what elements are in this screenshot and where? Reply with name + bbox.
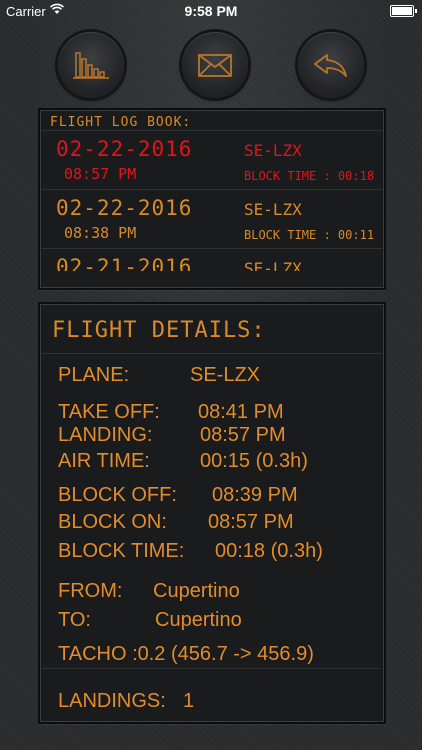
log-entry-registration: SE-LZX [244, 141, 302, 160]
landing-value: 08:57 PM [200, 424, 286, 446]
block-time-value: 00:18 (0.3h) [215, 540, 323, 562]
divider [40, 668, 380, 669]
plane-label: PLANE: [58, 364, 130, 386]
landings-value: 1 [183, 690, 195, 712]
from-value: Cupertino [153, 580, 240, 602]
flight-details-panel: FLIGHT DETAILS: PLANE: SE-LZX TAKE OFF: … [38, 302, 386, 724]
landings-label: LANDINGS: [58, 690, 166, 712]
log-entry-date: 02-21-2016 [56, 255, 193, 271]
back-button[interactable] [298, 32, 364, 98]
block-off-value: 08:39 PM [212, 484, 298, 506]
block-on-label: BLOCK ON: [58, 511, 167, 533]
plane-value: SE-LZX [190, 364, 261, 386]
log-book-title: FLIGHT LOG BOOK: [50, 115, 192, 130]
flight-details-title: FLIGHT DETAILS: [40, 304, 384, 354]
tacho-reading: TACHO :0.2 (456.7 -> 456.9) [58, 643, 314, 665]
battery-icon [390, 5, 417, 17]
clock: 9:58 PM [184, 3, 238, 19]
back-arrow-icon [314, 54, 347, 77]
log-entry-block-time: BLOCK TIME : 00:11 [244, 228, 375, 242]
log-entry[interactable]: 02-21-2016 SE-LZX [40, 248, 384, 271]
status-bar: Carrier 9:58 PM [0, 0, 422, 22]
block-on-value: 08:57 PM [208, 511, 294, 533]
statistics-button[interactable] [58, 32, 124, 98]
log-entry-date: 02-22-2016 [56, 196, 193, 220]
log-entry-time: 08:38 PM [64, 224, 137, 242]
airtime-value: 00:15 (0.3h) [200, 450, 308, 472]
log-entry-time: 08:57 PM [64, 165, 137, 183]
landing-label: LANDING: [58, 424, 153, 446]
takeoff-label: TAKE OFF: [58, 401, 160, 423]
block-time-label: BLOCK TIME: [58, 540, 185, 562]
to-value: Cupertino [155, 609, 242, 631]
from-label: FROM: [58, 580, 123, 602]
log-entry-block-time: BLOCK TIME : 00:18 [244, 169, 375, 183]
to-label: TO: [58, 609, 91, 631]
takeoff-value: 08:41 PM [198, 401, 284, 423]
email-button[interactable] [182, 32, 248, 98]
log-entry[interactable]: 02-22-2016 08:57 PM SE-LZX BLOCK TIME : … [40, 130, 384, 189]
log-entry[interactable]: 02-22-2016 08:38 PM SE-LZX BLOCK TIME : … [40, 189, 384, 248]
log-entry-registration: SE-LZX [244, 200, 302, 219]
block-off-label: BLOCK OFF: [58, 484, 177, 506]
log-entry-date: 02-22-2016 [56, 137, 193, 161]
envelope-icon [198, 54, 232, 77]
bar-chart-icon [73, 52, 109, 79]
airtime-label: AIR TIME: [58, 450, 150, 472]
log-entry-registration: SE-LZX [244, 259, 302, 271]
flight-log-book-panel: FLIGHT LOG BOOK: 02-22-2016 08:57 PM SE-… [38, 108, 386, 290]
